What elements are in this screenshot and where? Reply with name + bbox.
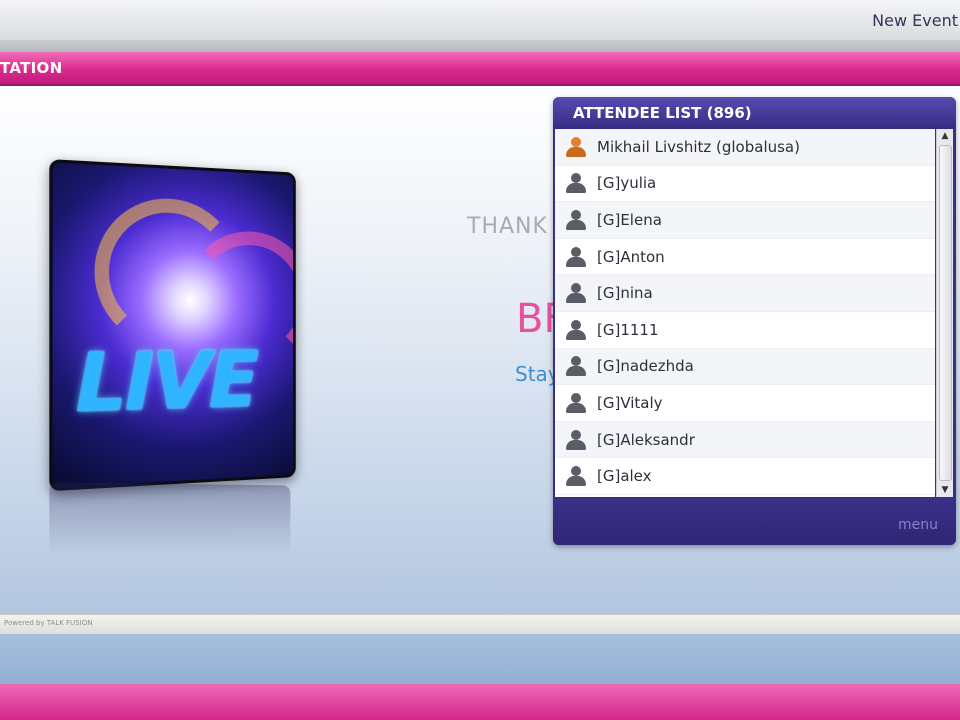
attendee-row[interactable]: [G]Elena (555, 202, 935, 239)
scroll-up-icon[interactable]: ▲ (939, 130, 951, 142)
attendee-row[interactable]: [G]yulia (555, 166, 935, 203)
scroll-down-icon[interactable]: ▼ (939, 484, 951, 496)
attendee-row[interactable]: [G]alex (555, 458, 935, 495)
user-icon (565, 465, 587, 487)
user-icon (565, 429, 587, 451)
attendee-row[interactable]: [G]nadezhda (555, 349, 935, 386)
bottom-band (0, 634, 960, 684)
attendee-name: [G]alex (597, 467, 652, 485)
attendee-row[interactable]: [G]Anton (555, 239, 935, 276)
powered-by-strip: Powered by TALK FUSION (0, 614, 960, 635)
toolbar-divider (0, 40, 960, 52)
user-icon (565, 246, 587, 268)
bottom-pink-bar (0, 684, 960, 720)
attendee-scrollbar[interactable]: ▲ ▼ (936, 129, 953, 497)
attendee-list-header: ATTENDEE LIST (896) (553, 97, 956, 129)
attendee-row[interactable]: [G]Vitaly (555, 385, 935, 422)
attendee-name: [G]yulia (597, 174, 656, 192)
attendee-name: [G]nina (597, 284, 653, 302)
attendee-list[interactable]: Mikhail Livshitz (globalusa) [G]yulia [G]E… (555, 129, 935, 497)
menu-button[interactable]: menu (898, 517, 938, 533)
attendee-list-footer: menu (553, 499, 956, 545)
presentation-banner: TATION (0, 52, 960, 86)
attendee-name: [G]1111 (597, 321, 659, 339)
user-icon (565, 392, 587, 414)
attendee-row[interactable]: [G]Aleksandr (555, 422, 935, 459)
live-image: LIVE (49, 159, 295, 491)
attendee-name: [G]nadezhda (597, 357, 694, 375)
user-icon (565, 172, 587, 194)
host-user-icon (565, 136, 587, 158)
banner-title: TATION (0, 59, 62, 77)
top-toolbar: New Event (0, 0, 960, 41)
attendee-name: [G]Anton (597, 248, 665, 266)
live-label: LIVE (76, 337, 257, 431)
user-icon (565, 319, 587, 341)
new-event-link[interactable]: New Event (872, 11, 958, 30)
user-icon (565, 282, 587, 304)
live-image-reflection (49, 482, 290, 555)
attendee-name: [G]Vitaly (597, 394, 663, 412)
attendee-row[interactable]: Mikhail Livshitz (globalusa) (555, 129, 935, 166)
live-image-wrap: LIVE (49, 159, 290, 485)
scroll-thumb[interactable] (939, 145, 952, 481)
attendee-name: Mikhail Livshitz (globalusa) (597, 138, 800, 156)
thank-text: THANK (467, 214, 548, 239)
attendee-list-panel: ATTENDEE LIST (896) Mikhail Livshitz (gl… (553, 97, 956, 545)
attendee-row[interactable]: [G]nina (555, 275, 935, 312)
user-icon (565, 209, 587, 231)
attendee-name: [G]Aleksandr (597, 431, 695, 449)
powered-by-logo: Powered by TALK FUSION (4, 619, 92, 627)
user-icon (565, 355, 587, 377)
attendee-name: [G]Elena (597, 211, 662, 229)
attendee-row[interactable]: [G]1111 (555, 312, 935, 349)
